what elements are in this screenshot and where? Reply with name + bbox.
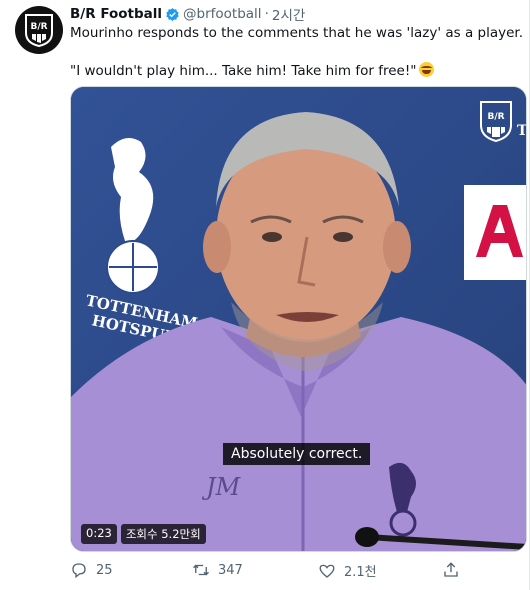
reply-count: 25 xyxy=(96,562,113,578)
verified-badge-icon xyxy=(166,7,179,21)
rolling-on-floor-laughing-emoji-icon xyxy=(419,62,435,77)
video-subtitle: Absolutely correct. xyxy=(223,443,371,465)
share-icon xyxy=(444,562,458,577)
retweet-count: 347 xyxy=(218,562,243,578)
tweet-text-line1: Mourinho responds to the comments that h… xyxy=(70,25,524,41)
video-player[interactable]: TOTTENHAM HOTSPUR B/R TO xyxy=(70,86,527,552)
heart-icon xyxy=(319,564,335,578)
svg-text:B/R: B/R xyxy=(30,22,47,32)
reply-icon xyxy=(72,563,86,579)
separator-dot: · xyxy=(264,6,269,22)
video-duration: 0:23 xyxy=(81,524,117,544)
timestamp[interactable]: 2시간 xyxy=(272,4,305,24)
avatar[interactable]: B/R xyxy=(15,6,63,54)
svg-text:B/R: B/R xyxy=(487,112,504,122)
shirt-initials: JM xyxy=(201,473,242,501)
video-meta: 0:23 조회수 5.2만회 xyxy=(81,524,206,544)
like-count: 2.1천 xyxy=(344,565,377,580)
svg-text:TO: TO xyxy=(517,123,527,139)
tweet-text-line2: "I wouldn't play him... Take him! Take h… xyxy=(70,62,435,79)
br-logo-icon: B/R xyxy=(25,14,53,47)
tweet-actions: 25 347 2.1천 xyxy=(70,561,470,581)
tweet-header: B/R Football @brfootball · 2시간 xyxy=(70,4,305,24)
video-views: 조회수 5.2만회 xyxy=(120,524,206,544)
author-name[interactable]: B/R Football xyxy=(70,6,162,22)
like-button[interactable]: 2.1천 xyxy=(318,561,377,580)
tweet-quote: "I wouldn't play him... Take him! Take h… xyxy=(70,63,417,79)
retweet-icon xyxy=(193,564,209,576)
reply-button[interactable]: 25 xyxy=(70,561,113,579)
video-frame: TOTTENHAM HOTSPUR B/R TO xyxy=(71,87,527,551)
tweet[interactable]: B/R B/R Football @brfootball · 2시간 Mouri… xyxy=(0,0,530,590)
share-button[interactable] xyxy=(442,561,460,579)
retweet-button[interactable]: 347 xyxy=(192,561,243,579)
author-handle[interactable]: @brfootball xyxy=(183,6,262,22)
